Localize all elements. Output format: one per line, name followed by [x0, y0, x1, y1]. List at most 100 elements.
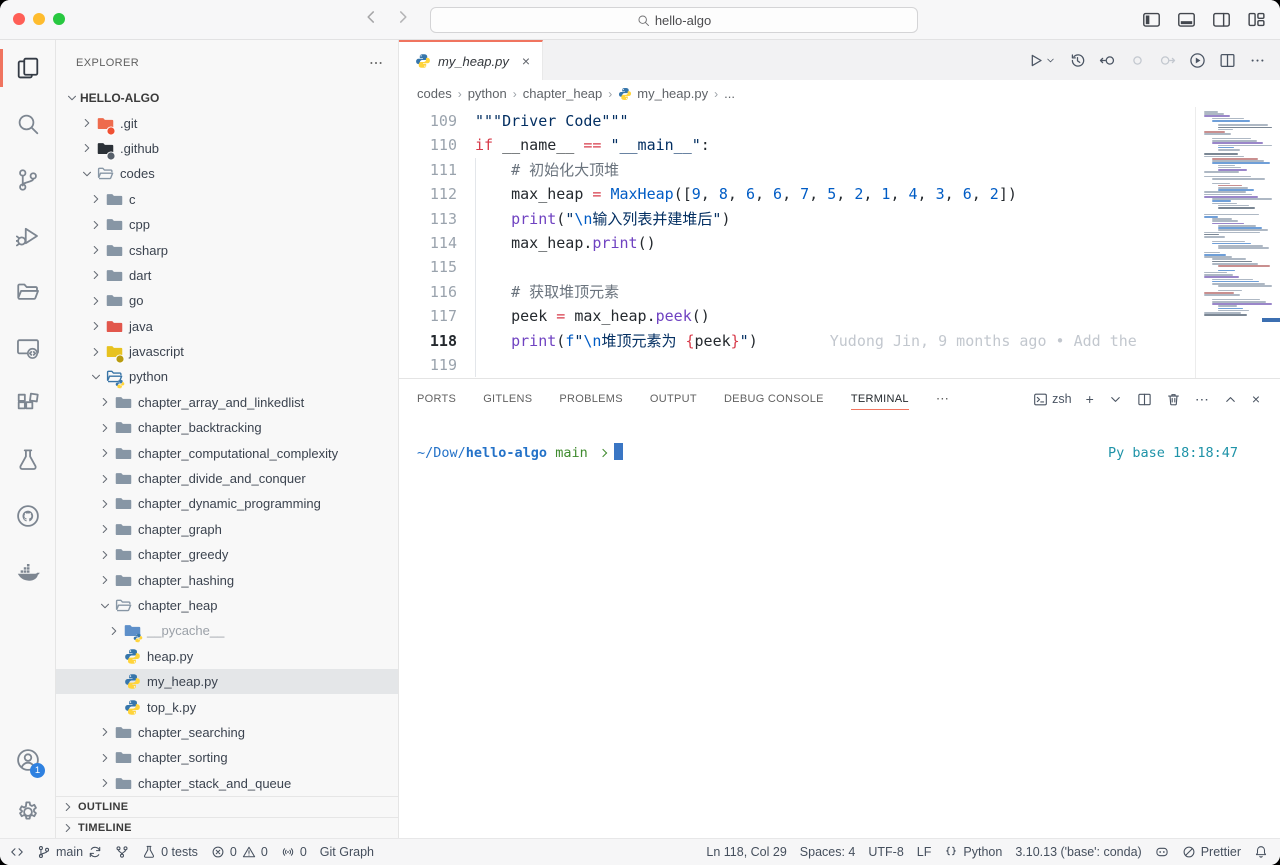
explorer-more-actions-icon[interactable]: [368, 55, 384, 71]
breadcrumb-item[interactable]: python: [468, 86, 507, 101]
activity-project-folder[interactable]: [0, 264, 55, 320]
active-terminal-shell[interactable]: zsh: [1033, 392, 1071, 407]
tree-item-chapter_array_and_linkedlist[interactable]: chapter_array_and_linkedlist: [56, 390, 398, 415]
tree-item-chapter_hashing[interactable]: chapter_hashing: [56, 567, 398, 592]
file-history-button[interactable]: [1069, 52, 1086, 69]
activity-docker[interactable]: [0, 544, 55, 600]
tree-item-codes[interactable]: codes: [56, 161, 398, 186]
zoom-window-button[interactable]: [53, 13, 65, 25]
panel-tab-gitlens[interactable]: GITLENS: [483, 389, 532, 409]
gitlens-commit-graph-button[interactable]: [1189, 52, 1206, 69]
code-line-118[interactable]: 118 print(f"\n堆顶元素为 {peek}")Yudong Jin, …: [399, 329, 1195, 353]
panel-tab-output[interactable]: OUTPUT: [650, 389, 697, 409]
code-line-111[interactable]: 111 # 初始化大顶堆: [399, 158, 1195, 182]
code-lines[interactable]: 109 """Driver Code""" 110 if __name__ ==…: [399, 107, 1195, 378]
previous-change-button[interactable]: [1129, 52, 1146, 69]
status-tests[interactable]: 0 tests: [142, 845, 198, 859]
activity-testing[interactable]: [0, 432, 55, 488]
tree-item-chapter_heap[interactable]: chapter_heap: [56, 593, 398, 618]
status-git-branch[interactable]: main: [37, 845, 102, 859]
code-line-115[interactable]: 115: [399, 255, 1195, 279]
close-panel-button[interactable]: ×: [1252, 391, 1260, 407]
tree-item-chapter_stack_and_queue[interactable]: chapter_stack_and_queue: [56, 771, 398, 796]
tree-item-go[interactable]: go: [56, 288, 398, 313]
split-terminal-button[interactable]: [1137, 392, 1152, 407]
tree-item-javascript[interactable]: javascript: [56, 339, 398, 364]
activity-github[interactable]: [0, 488, 55, 544]
status-notifications[interactable]: [1254, 845, 1268, 859]
terminal-profile-dropdown-button[interactable]: [1108, 392, 1123, 407]
window-controls[interactable]: [13, 13, 65, 25]
next-change-button[interactable]: [1159, 52, 1176, 69]
tree-item-chapter_sorting[interactable]: chapter_sorting: [56, 745, 398, 770]
toggle-secondary-sidebar-icon[interactable]: [1212, 10, 1231, 29]
activity-search[interactable]: [0, 96, 55, 152]
status-indentation[interactable]: Spaces: 4: [800, 845, 856, 859]
status-copilot[interactable]: [1155, 845, 1169, 859]
tree-item-java[interactable]: java: [56, 314, 398, 339]
code-line-109[interactable]: 109 """Driver Code""": [399, 109, 1195, 133]
status-prettier[interactable]: Prettier: [1182, 845, 1241, 859]
status-encoding[interactable]: UTF-8: [868, 845, 903, 859]
more-actions-button[interactable]: [1249, 52, 1266, 69]
tree-item-my_heap.py[interactable]: my_heap.py: [56, 669, 398, 694]
tree-item-chapter_dynamic_programming[interactable]: chapter_dynamic_programming: [56, 491, 398, 516]
tree-item-heap.py[interactable]: heap.py: [56, 644, 398, 669]
status-language-mode[interactable]: Python: [944, 845, 1002, 859]
panel-tab-terminal[interactable]: TERMINAL: [851, 389, 909, 410]
status-remote-indicator[interactable]: [10, 845, 24, 859]
activity-source-control[interactable]: [0, 152, 55, 208]
code-editor[interactable]: 109 """Driver Code""" 110 if __name__ ==…: [399, 107, 1280, 378]
code-line-117[interactable]: 117 peek = max_heap.peek(): [399, 304, 1195, 328]
terminal-content[interactable]: ~/Dow/hello-algo main Py base 18:18:47: [399, 419, 1280, 838]
tree-item-dart[interactable]: dart: [56, 263, 398, 288]
code-line-113[interactable]: 113 print("\n输入列表并建堆后"): [399, 207, 1195, 231]
code-line-119[interactable]: 119: [399, 353, 1195, 377]
status-python-interpreter[interactable]: 3.10.13 ('base': conda): [1015, 845, 1141, 859]
breadcrumb-item[interactable]: my_heap.py: [618, 86, 708, 101]
more-actions-button[interactable]: ⋯: [1195, 391, 1209, 408]
code-line-110[interactable]: 110 if __name__ == "__main__":: [399, 133, 1195, 157]
tree-item-chapter_graph[interactable]: chapter_graph: [56, 517, 398, 542]
new-terminal-button[interactable]: +: [1086, 391, 1094, 407]
status-problems[interactable]: 00: [211, 845, 268, 859]
navigate-back-icon[interactable]: [362, 8, 380, 26]
code-line-116[interactable]: 116 # 获取堆顶元素: [399, 280, 1195, 304]
run-python-file-button[interactable]: [1027, 52, 1056, 69]
tree-item-chapter_greedy[interactable]: chapter_greedy: [56, 542, 398, 567]
tree-item-cpp[interactable]: cpp: [56, 212, 398, 237]
tree-item-HELLO-ALGO[interactable]: HELLO-ALGO: [56, 85, 398, 110]
tree-item-c[interactable]: c: [56, 187, 398, 212]
navigate-forward-icon[interactable]: [394, 8, 412, 26]
close-window-button[interactable]: [13, 13, 25, 25]
activity-remote-explorer[interactable]: [0, 320, 55, 376]
tree-item-csharp[interactable]: csharp: [56, 237, 398, 262]
activity-extensions[interactable]: [0, 376, 55, 432]
code-line-112[interactable]: 112 max_heap = MaxHeap([9, 8, 6, 6, 7, 5…: [399, 182, 1195, 206]
tree-item-chapter_divide_and_conquer[interactable]: chapter_divide_and_conquer: [56, 466, 398, 491]
panel-tab-debug-console[interactable]: DEBUG CONSOLE: [724, 389, 824, 409]
toggle-primary-sidebar-icon[interactable]: [1142, 10, 1161, 29]
customize-layout-icon[interactable]: [1247, 10, 1266, 29]
tree-item-python[interactable]: python: [56, 364, 398, 389]
breadcrumb-item[interactable]: codes: [417, 86, 452, 101]
tree-item-.github[interactable]: .github: [56, 136, 398, 161]
activity-settings[interactable]: [0, 786, 55, 838]
kill-terminal-button[interactable]: [1166, 392, 1181, 407]
tree-item-chapter_computational_complexity[interactable]: chapter_computational_complexity: [56, 440, 398, 465]
tab-my-heap[interactable]: my_heap.py ×: [399, 40, 543, 80]
status-ports-forwarded[interactable]: 0: [281, 845, 307, 859]
activity-accounts[interactable]: 1: [0, 734, 55, 786]
tree-item-top_k.py[interactable]: top_k.py: [56, 694, 398, 719]
tree-item-.git[interactable]: .git: [56, 110, 398, 135]
split-editor-button[interactable]: [1219, 52, 1236, 69]
tree-item-__pycache__[interactable]: __pycache__: [56, 618, 398, 643]
activity-run-debug[interactable]: [0, 208, 55, 264]
close-tab-icon[interactable]: ×: [522, 53, 530, 69]
activity-explorer[interactable]: [0, 40, 55, 96]
command-center-search[interactable]: hello-algo: [430, 7, 918, 33]
status-git-graph-label[interactable]: Git Graph: [320, 845, 374, 859]
tree-item-chapter_searching[interactable]: chapter_searching: [56, 720, 398, 745]
timeline-section[interactable]: TIMELINE: [56, 817, 398, 838]
status-eol[interactable]: LF: [917, 845, 932, 859]
